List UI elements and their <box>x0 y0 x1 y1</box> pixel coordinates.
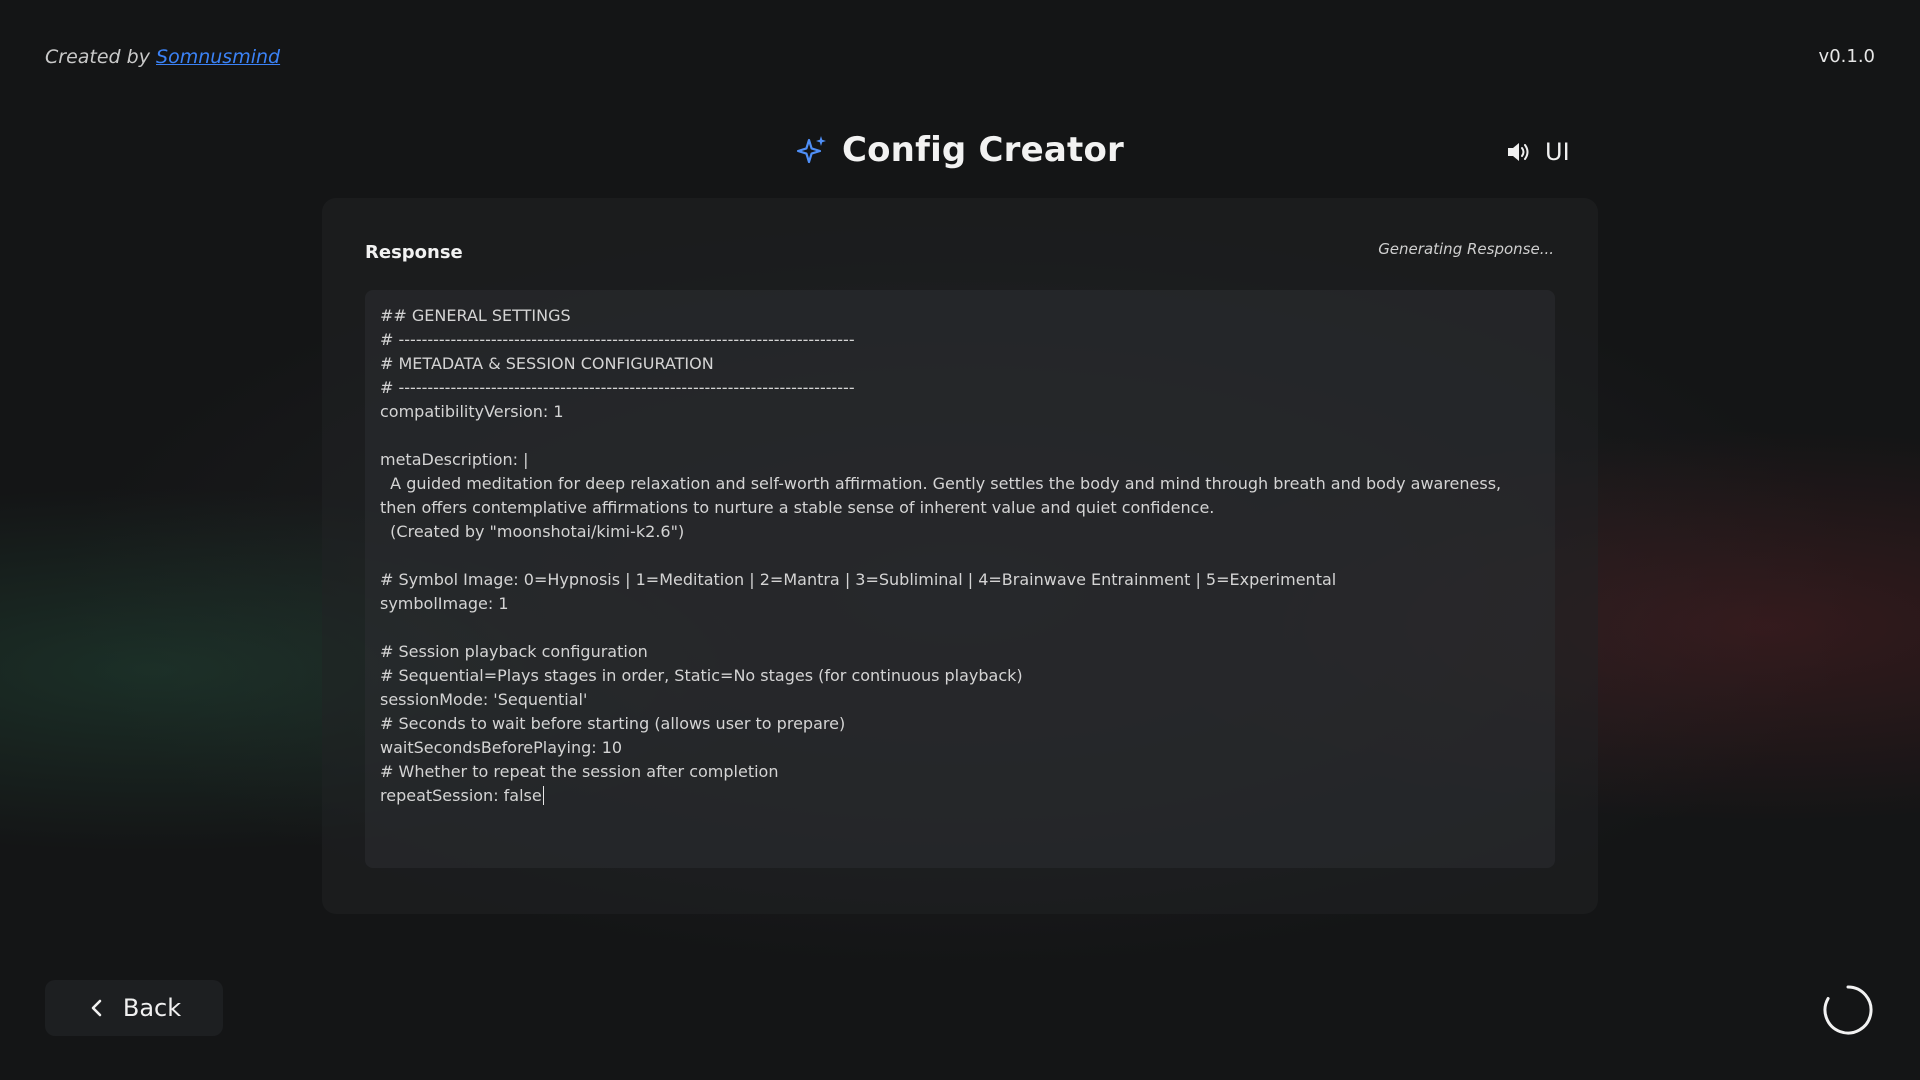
config-creator-screen: Created by Somnusmind v0.1.0 Config Crea… <box>0 0 1920 1080</box>
back-label: Back <box>122 994 182 1022</box>
text-cursor <box>542 786 545 805</box>
credit-author-link[interactable]: Somnusmind <box>156 46 280 68</box>
back-button[interactable]: Back <box>45 980 223 1036</box>
response-content: ## GENERAL SETTINGS # ------------------… <box>380 306 1502 805</box>
sparkle-icon <box>796 136 826 164</box>
speaker-icon <box>1508 143 1529 161</box>
response-heading: Response <box>365 242 463 263</box>
loading-spinner-icon <box>1823 985 1873 1035</box>
generation-status: Generating Response... <box>1378 240 1554 258</box>
page-title: Config Creator <box>841 130 1125 170</box>
response-output[interactable]: ## GENERAL SETTINGS # ------------------… <box>365 290 1555 868</box>
credit-prefix: Created by <box>45 46 150 68</box>
version-label: v0.1.0 <box>1818 46 1875 67</box>
response-panel: Response Generating Response... ## GENER… <box>322 198 1598 914</box>
chevron-left-icon <box>91 999 102 1017</box>
page-header: Config Creator <box>0 130 1920 170</box>
sound-label: UI <box>1545 138 1570 166</box>
credit-line: Created by Somnusmind <box>45 46 280 68</box>
ui-sound-toggle[interactable]: UI <box>1505 138 1570 166</box>
